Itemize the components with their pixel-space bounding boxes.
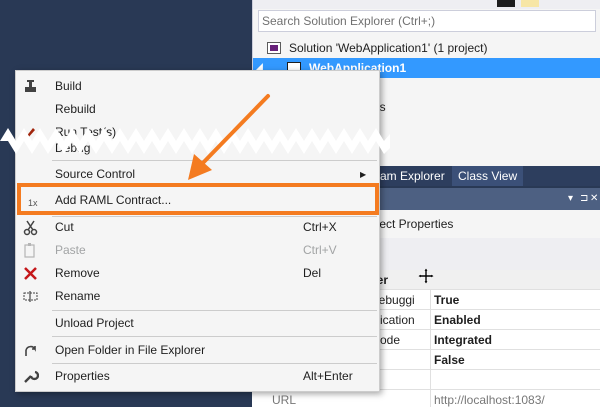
toolbar-button[interactable] <box>497 0 515 7</box>
tree-item-solution[interactable]: Solution 'WebApplication1' (1 project) <box>253 38 600 58</box>
menu-separator <box>52 363 377 364</box>
build-icon <box>25 80 36 92</box>
paste-icon <box>24 243 35 258</box>
menu-separator <box>52 310 377 311</box>
menu-item-label: Paste <box>55 243 86 257</box>
property-value: Enabled <box>434 313 481 327</box>
pin-icon[interactable]: ⊐ <box>580 188 588 210</box>
menu-item-label: Rename <box>55 289 101 303</box>
menu-item-label: Properties <box>55 369 110 383</box>
property-name: URL <box>272 393 297 407</box>
menu-item-properties[interactable]: Properties Alt+Enter <box>16 365 379 388</box>
menu-item-unload-project[interactable]: Unload Project <box>16 312 379 335</box>
scissors-icon <box>23 220 38 236</box>
menu-item-label: Rebuild <box>55 102 96 116</box>
menu-item-label: Unload Project <box>55 316 134 330</box>
tab-class-view[interactable]: Class View <box>452 166 524 186</box>
grid-divider <box>430 290 431 310</box>
menu-item-paste[interactable]: Paste Ctrl+V <box>16 239 379 262</box>
grid-divider <box>430 350 431 370</box>
callout-arrow-icon <box>188 94 270 180</box>
tab-team-explorer[interactable]: am Explorer <box>374 166 451 186</box>
tree-item-label: Solution 'WebApplication1' (1 project) <box>289 41 488 55</box>
solution-icon <box>267 42 281 54</box>
grid-divider <box>430 310 431 330</box>
menu-item-label: Remove <box>55 266 100 280</box>
rename-icon <box>23 291 38 302</box>
toolbar-button[interactable] <box>521 0 539 7</box>
menu-shortcut: Ctrl+X <box>303 220 337 234</box>
wrench-icon <box>24 370 39 383</box>
menu-item-cut[interactable]: Cut Ctrl+X <box>16 216 379 239</box>
property-value: http://localhost:1083/ <box>434 393 545 407</box>
solution-explorer-toolbar <box>253 0 600 9</box>
grid-divider <box>430 330 431 350</box>
remove-x-icon <box>24 267 37 280</box>
grid-divider <box>430 370 431 390</box>
menu-shortcut: Alt+Enter <box>303 369 353 383</box>
open-folder-icon <box>25 345 36 356</box>
menu-item-label: Build <box>55 79 82 93</box>
menu-shortcut: Ctrl+V <box>303 243 337 257</box>
grid-divider <box>430 390 431 407</box>
property-row[interactable]: URL http://localhost:1083/ <box>252 390 600 407</box>
menu-item-label: Cut <box>55 220 74 234</box>
menu-item-label: Open Folder in File Explorer <box>55 343 206 357</box>
menu-shortcut: Del <box>303 266 322 280</box>
menu-item-rename[interactable]: Rename <box>16 285 379 308</box>
close-icon[interactable]: ✕ <box>590 188 598 210</box>
properties-object-label: oject Properties <box>370 217 454 231</box>
menu-item-open-folder[interactable]: Open Folder in File Explorer <box>16 339 379 362</box>
search-solution-explorer-input[interactable]: Search Solution Explorer (Ctrl+;) <box>258 10 596 32</box>
move-cursor-icon <box>418 268 434 284</box>
menu-item-remove[interactable]: Remove Del <box>16 262 379 285</box>
property-value: Integrated <box>434 333 493 347</box>
dropdown-arrow-icon[interactable]: ▾ <box>568 188 573 210</box>
menu-separator <box>52 336 377 337</box>
property-value: False <box>434 353 465 367</box>
property-value: True <box>434 293 460 307</box>
